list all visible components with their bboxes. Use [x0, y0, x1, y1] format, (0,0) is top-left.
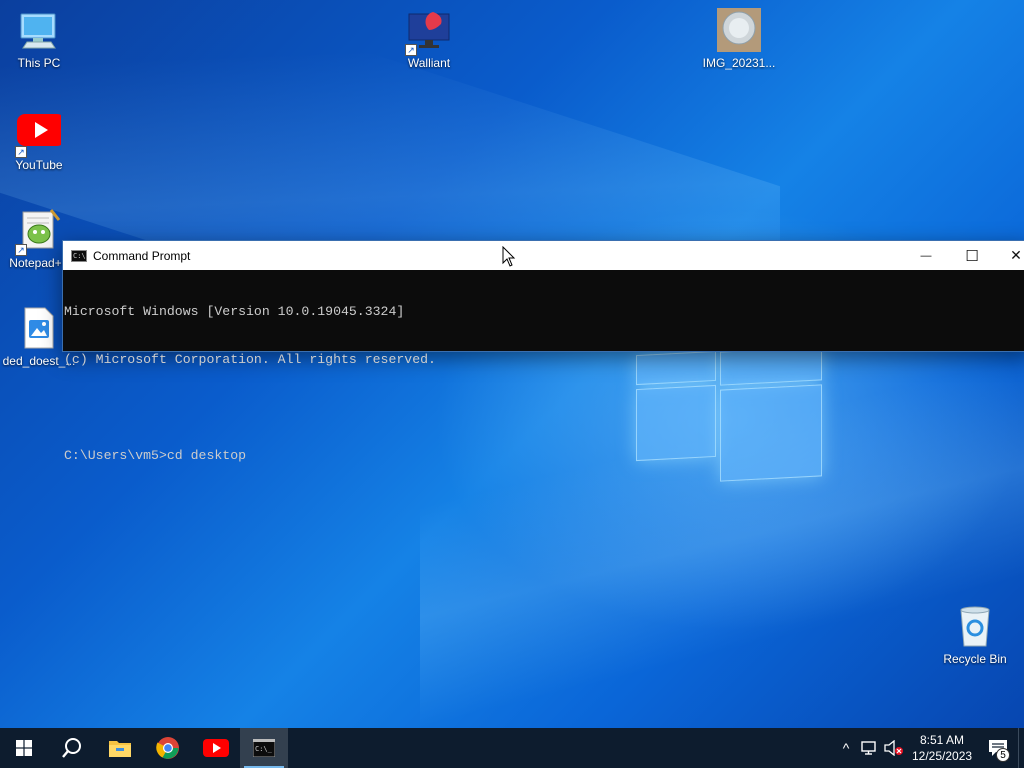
- image-file-icon: [17, 306, 61, 350]
- command-prompt-window[interactable]: C:\ Command Prompt — ☐ ✕ Microsoft Windo…: [62, 240, 1024, 463]
- console-prompt-line: C:\Users\vm5>cd desktop: [64, 448, 247, 463]
- chrome-icon: [156, 737, 179, 759]
- search-icon: [62, 738, 81, 758]
- show-hidden-icons-button[interactable]: ^: [834, 728, 858, 768]
- taskbar-youtube[interactable]: [192, 728, 240, 768]
- command-prompt-icon: C:\_: [253, 739, 275, 757]
- taskbar: C:\_ ^ 8:51 AM 12/25/2023 5: [0, 728, 1024, 768]
- recycle-bin-icon: [953, 604, 997, 648]
- network-icon: [861, 741, 876, 755]
- desktop-icon-youtube[interactable]: ↗ YouTube: [1, 110, 77, 172]
- shortcut-arrow-icon: ↗: [15, 146, 27, 158]
- close-button[interactable]: ✕: [993, 241, 1024, 270]
- console-output[interactable]: Microsoft Windows [Version 10.0.19045.33…: [63, 270, 1024, 496]
- photo-thumbnail-icon: [717, 8, 761, 52]
- computer-icon: [17, 8, 61, 52]
- maximize-button[interactable]: ☐: [949, 241, 995, 270]
- desktop-icon-recycle-bin[interactable]: Recycle Bin: [937, 604, 1013, 666]
- file-explorer-icon: [109, 741, 131, 757]
- mouse-pointer-icon: [502, 246, 516, 267]
- chevron-up-icon: ^: [842, 740, 850, 756]
- console-line: (c) Microsoft Corporation. All rights re…: [64, 352, 436, 367]
- taskbar-clock[interactable]: 8:51 AM 12/25/2023: [906, 732, 978, 764]
- clock-time: 8:51 AM: [919, 733, 965, 747]
- minimize-icon: —: [920, 249, 932, 262]
- system-tray: ^ 8:51 AM 12/25/2023 5: [834, 728, 1024, 768]
- command-prompt-icon: C:\: [71, 249, 87, 262]
- shortcut-arrow-icon: ↗: [15, 244, 27, 256]
- volume-muted-icon: [884, 740, 903, 756]
- desktop-icon-this-pc[interactable]: This PC: [1, 8, 77, 70]
- notification-count-badge: 5: [996, 748, 1010, 762]
- window-title-bar[interactable]: C:\ Command Prompt — ☐ ✕: [63, 241, 1024, 270]
- volume-button[interactable]: [882, 728, 906, 768]
- youtube-icon: [203, 739, 229, 757]
- maximize-icon: ☐: [965, 247, 979, 265]
- notepad-plus-plus-icon: ↗: [15, 208, 61, 256]
- console-line: Microsoft Windows [Version 10.0.19045.33…: [64, 304, 405, 319]
- close-icon: ✕: [1010, 247, 1022, 263]
- search-button[interactable]: [48, 728, 96, 768]
- youtube-icon: ↗: [15, 110, 65, 158]
- taskbar-command-prompt[interactable]: C:\_: [240, 728, 288, 768]
- desktop-icon-walliant[interactable]: ↗ Walliant: [391, 8, 467, 70]
- shortcut-arrow-icon: ↗: [405, 44, 417, 56]
- windows-start-icon: [16, 740, 32, 756]
- desktop-icon-photo[interactable]: IMG_20231...: [701, 8, 777, 70]
- minimize-button[interactable]: —: [903, 241, 949, 270]
- show-desktop-button[interactable]: [1018, 728, 1024, 768]
- action-center-button[interactable]: 5: [978, 728, 1018, 768]
- walliant-icon: ↗: [405, 8, 451, 56]
- clock-date: 12/25/2023: [912, 749, 973, 763]
- svg-text:C:\_: C:\_: [255, 745, 273, 753]
- network-button[interactable]: [858, 728, 882, 768]
- window-title: Command Prompt: [93, 248, 191, 263]
- taskbar-chrome[interactable]: [144, 728, 192, 768]
- start-button[interactable]: [0, 728, 48, 768]
- taskbar-file-explorer[interactable]: [96, 728, 144, 768]
